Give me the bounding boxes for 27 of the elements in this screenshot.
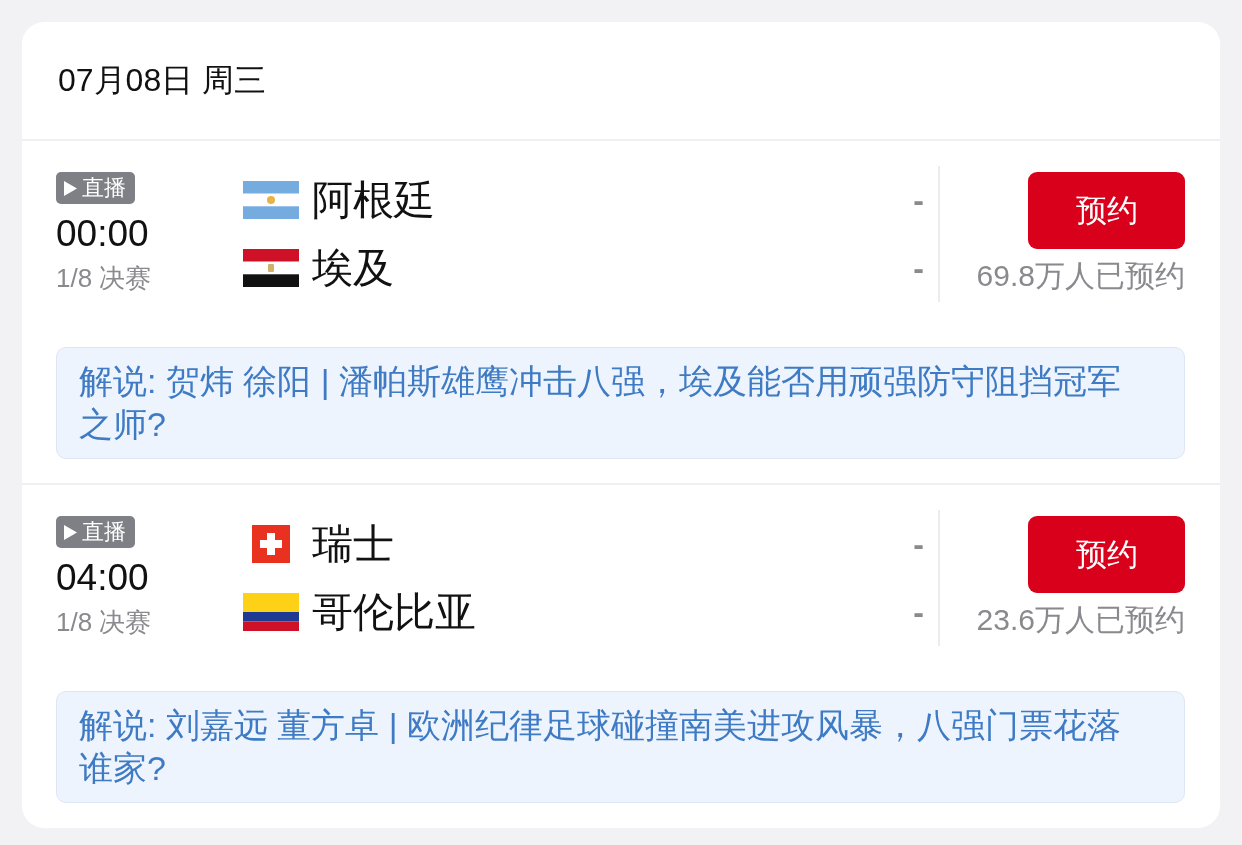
date-heading: 07月08日 周三	[58, 60, 267, 100]
commentary-note: 解说: 贺炜 徐阳 | 潘帕斯雄鹰冲击八强，埃及能否用顽强防守阻挡冠军之师?	[56, 347, 1185, 459]
match-round: 1/8 决赛	[56, 607, 152, 637]
flag-icon	[243, 593, 299, 631]
reservation-count: 23.6万人已预约	[976, 603, 1185, 637]
flag-icon	[243, 181, 299, 219]
team-name: 瑞士	[312, 519, 395, 569]
match-round: 1/8 决赛	[56, 263, 152, 293]
flag-icon	[252, 525, 290, 563]
team-score: -	[912, 525, 924, 563]
flag-icon	[243, 249, 299, 287]
play-icon	[64, 524, 77, 540]
play-icon	[64, 180, 77, 196]
match-time: 04:00	[56, 558, 149, 598]
team-score: -	[912, 249, 924, 287]
team-name: 埃及	[312, 243, 395, 293]
reserve-button[interactable]: 预约	[1028, 172, 1185, 249]
match-time: 00:00	[56, 214, 149, 254]
team-score: -	[912, 593, 924, 631]
reserve-button[interactable]: 预约	[1028, 516, 1185, 593]
reservation-count: 69.8万人已预约	[976, 259, 1185, 293]
team-name: 阿根廷	[312, 175, 436, 225]
live-badge[interactable]: 直播	[56, 516, 135, 548]
live-badge[interactable]: 直播	[56, 172, 135, 204]
team-score: -	[912, 181, 924, 219]
commentary-note: 解说: 刘嘉远 董方卓 | 欧洲纪律足球碰撞南美进攻风暴，八强门票花落谁家?	[56, 691, 1185, 803]
team-name: 哥伦比亚	[312, 587, 477, 637]
